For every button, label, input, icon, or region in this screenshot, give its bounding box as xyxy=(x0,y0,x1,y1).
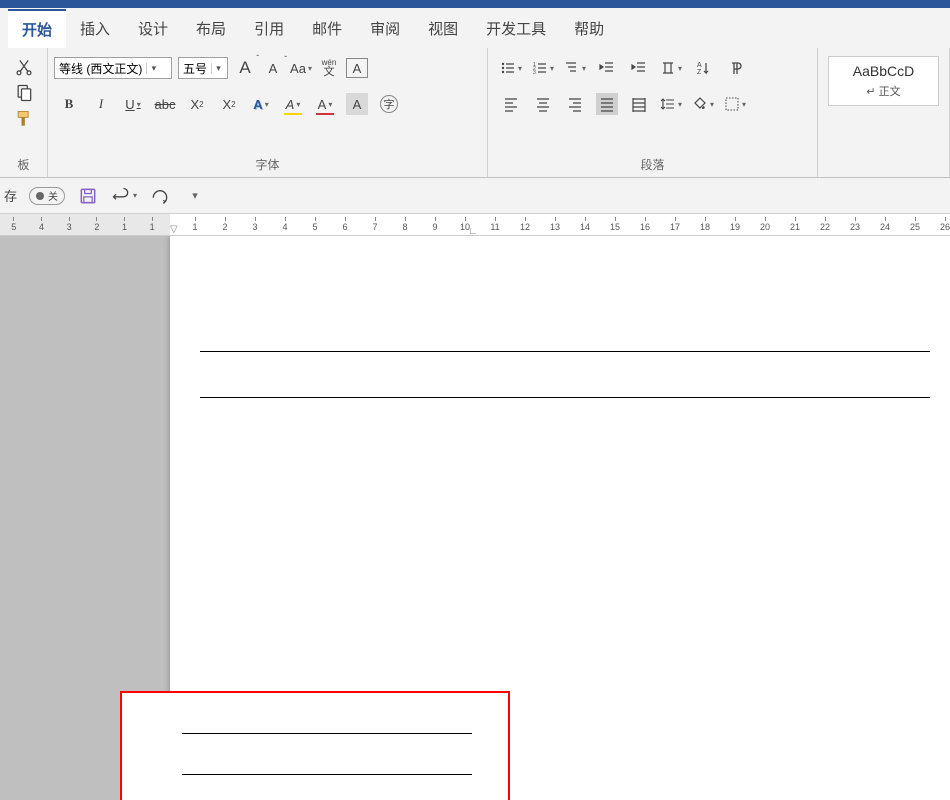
ribbon: 板 等线 (西文正文)▾ 五号▾ Aˆ Aˇ Aa▾ wén文 A B I U▾… xyxy=(0,48,950,178)
italic-button[interactable]: I xyxy=(90,93,112,115)
bold-button[interactable]: B xyxy=(58,93,80,115)
tab-help[interactable]: 帮助 xyxy=(560,10,618,47)
autosave-toggle[interactable]: 关 xyxy=(29,187,65,205)
horizontal-ruler[interactable]: 543211 123456789101112131415161718192021… xyxy=(0,214,950,236)
quick-access-toolbar: 存 关 ▾ ▾ xyxy=(0,178,950,214)
bullets-button[interactable]: ▾ xyxy=(500,57,522,79)
grow-font-button[interactable]: Aˆ xyxy=(234,57,256,79)
font-name-combo[interactable]: 等线 (西文正文)▾ xyxy=(54,57,172,79)
align-left-button[interactable] xyxy=(500,93,522,115)
sort-button[interactable]: AZ xyxy=(692,57,714,79)
multilevel-button[interactable]: ▾ xyxy=(564,57,586,79)
hr-line xyxy=(200,351,930,352)
cut-button[interactable] xyxy=(13,56,35,78)
autosave-label: 存 xyxy=(4,186,17,205)
save-button[interactable] xyxy=(77,185,99,207)
borders-button[interactable]: ▾ xyxy=(724,93,746,115)
increase-indent-button[interactable] xyxy=(628,57,650,79)
justify-button[interactable] xyxy=(596,93,618,115)
phonetic-guide-button[interactable]: wén文 xyxy=(318,57,340,79)
hr-line xyxy=(200,397,930,398)
font-size-combo[interactable]: 五号▾ xyxy=(178,57,228,79)
tab-insert[interactable]: 插入 xyxy=(66,10,124,47)
format-painter-button[interactable] xyxy=(13,108,35,130)
svg-text:A: A xyxy=(697,62,702,69)
tab-design[interactable]: 设计 xyxy=(124,10,182,47)
paragraph-group-label: 段落 xyxy=(494,154,811,175)
tab-dev[interactable]: 开发工具 xyxy=(472,10,560,47)
change-case-button[interactable]: Aa▾ xyxy=(290,57,312,79)
hr-line xyxy=(182,733,472,734)
clipboard-label: 板 xyxy=(6,154,41,175)
align-right-button[interactable] xyxy=(564,93,586,115)
ribbon-tabs: 开始 插入 设计 布局 引用 邮件 审阅 视图 开发工具 帮助 xyxy=(0,8,950,48)
hr-line xyxy=(182,774,472,775)
font-color-button[interactable]: A▾ xyxy=(314,93,336,115)
tab-review[interactable]: 审阅 xyxy=(356,10,414,47)
highlight-button[interactable]: A▾ xyxy=(282,93,304,115)
qat-customize[interactable]: ▾ xyxy=(183,185,205,207)
tab-mail[interactable]: 邮件 xyxy=(298,10,356,47)
document-area xyxy=(0,236,950,800)
tab-home[interactable]: 开始 xyxy=(8,9,66,48)
tab-view[interactable]: 视图 xyxy=(414,10,472,47)
undo-button[interactable]: ▾ xyxy=(111,185,137,207)
underline-button[interactable]: U▾ xyxy=(122,93,144,115)
style-normal[interactable]: AaBbCcD ↵ 正文 xyxy=(828,56,939,106)
char-border-button[interactable]: A xyxy=(346,58,368,78)
font-group-label: 字体 xyxy=(54,154,481,175)
text-effects-button[interactable]: A▾ xyxy=(250,93,272,115)
clipboard-group: 板 xyxy=(0,48,48,177)
redo-button[interactable] xyxy=(149,185,171,207)
svg-text:Z: Z xyxy=(697,69,702,76)
tab-layout[interactable]: 布局 xyxy=(182,10,240,47)
char-shading-button[interactable]: A xyxy=(346,93,368,115)
paragraph-group: ▾ 123▾ ▾ ▾ AZ ▾ ▾ ▾ 段落 xyxy=(488,48,818,177)
copy-button[interactable] xyxy=(13,82,35,104)
decrease-indent-button[interactable] xyxy=(596,57,618,79)
line-spacing-button[interactable]: ▾ xyxy=(660,93,682,115)
svg-text:3: 3 xyxy=(533,70,536,76)
enclose-char-button[interactable]: 字 xyxy=(378,93,400,115)
distribute-button[interactable] xyxy=(628,93,650,115)
text-direction-button[interactable]: ▾ xyxy=(660,57,682,79)
numbering-button[interactable]: 123▾ xyxy=(532,57,554,79)
align-center-button[interactable] xyxy=(532,93,554,115)
strike-button[interactable]: abc xyxy=(154,93,176,115)
font-group: 等线 (西文正文)▾ 五号▾ Aˆ Aˇ Aa▾ wén文 A B I U▾ a… xyxy=(48,48,488,177)
show-marks-button[interactable] xyxy=(724,57,746,79)
superscript-button[interactable]: X2 xyxy=(218,93,240,115)
shrink-font-button[interactable]: Aˇ xyxy=(262,57,284,79)
text-frame[interactable] xyxy=(120,691,510,800)
subscript-button[interactable]: X2 xyxy=(186,93,208,115)
tab-references[interactable]: 引用 xyxy=(240,10,298,47)
shading-button[interactable]: ▾ xyxy=(692,93,714,115)
styles-group: AaBbCcD ↵ 正文 xyxy=(818,48,950,177)
